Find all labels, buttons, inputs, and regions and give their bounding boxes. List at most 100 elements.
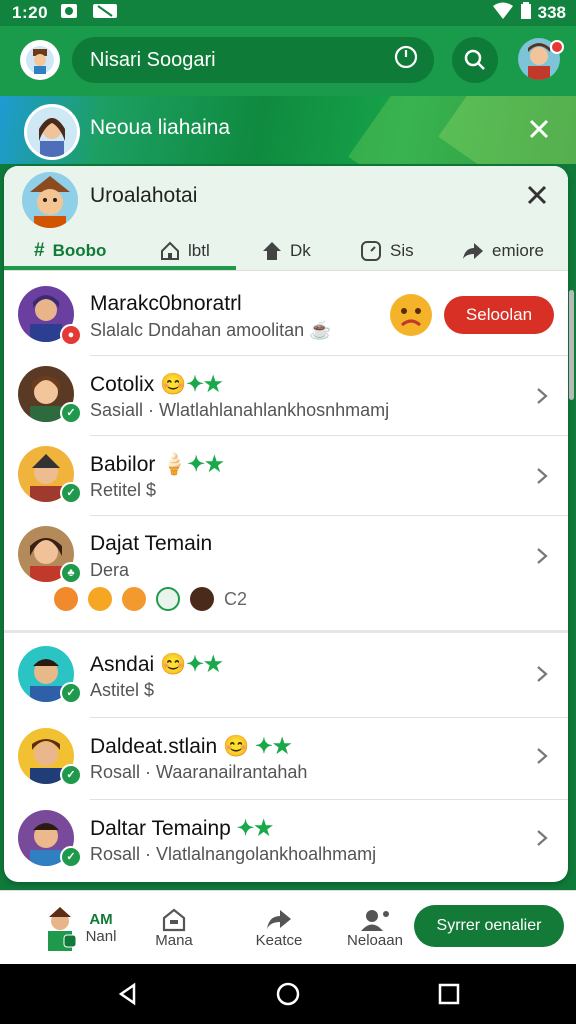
hash-icon: #: [34, 240, 45, 261]
section-divider: [4, 630, 568, 633]
list-item[interactable]: ✓ Daltar Temainp ✦★ Rosall · Vlatlalnang…: [4, 800, 568, 882]
contact-name-text: Cotolix: [90, 373, 155, 396]
green-star-icon: ✦★: [236, 817, 274, 840]
reactions-row[interactable]: C2: [54, 586, 247, 612]
contact-subtitle: Astitel $: [90, 680, 155, 700]
share-arrow-icon: [463, 243, 483, 259]
list-item[interactable]: ♣ Dajat Temain Dera C2: [4, 516, 568, 630]
contact-name: Babilor 🍦✦★: [90, 452, 224, 477]
status-badge: ✓: [60, 482, 82, 504]
house-up-icon: [263, 242, 281, 260]
chevron-right-icon[interactable]: [534, 386, 550, 406]
torch-emoji-icon: 🍦: [161, 453, 188, 476]
search-button[interactable]: [452, 37, 498, 83]
laughing-emoji-icon: 😊: [160, 373, 187, 396]
tab-sis[interactable]: Sis: [360, 234, 414, 268]
list-item[interactable]: ✓ Cotolix 😊✦★ Sasiall · Wlatlahlanahlank…: [4, 356, 568, 436]
profile-notification-dot: [550, 40, 564, 54]
search-icon: [464, 49, 485, 70]
search-bar[interactable]: Nisari Soogari: [72, 37, 434, 83]
status-time: 1:20: [12, 3, 49, 22]
notification-icon: [60, 3, 78, 24]
tabs-divider: [4, 270, 568, 271]
contact-name-text: Babilor: [90, 453, 156, 476]
tab-label: lbtl: [188, 241, 210, 260]
tab-boobo[interactable]: # Boobo: [34, 234, 106, 268]
nav-label: Neloaan: [347, 931, 403, 949]
reaction-gift-icon: [156, 587, 180, 611]
contact-name: Daldeat.stlain 😊 ✦★: [90, 734, 292, 759]
contact-subtitle: Retitel $: [90, 480, 157, 500]
contact-name-text: Daldeat.stlain: [90, 735, 218, 758]
tab-label: emiore: [492, 241, 544, 260]
contact-subtitle-text: Slalalc Dndahan amoolitan: [90, 320, 305, 340]
status-badge: ✓: [60, 682, 82, 704]
app-logo[interactable]: [20, 40, 60, 80]
battery-icon: [520, 1, 532, 25]
green-star-icon: ✦★: [186, 653, 223, 676]
contact-name: Daltar Temainp ✦★: [90, 816, 273, 841]
tab-label: Sis: [390, 241, 414, 260]
primary-cta-button[interactable]: Syrrer oenalier: [414, 905, 564, 947]
timer-icon[interactable]: [394, 45, 418, 75]
system-navigation-bar: [0, 964, 576, 1024]
nav-item-neloaan[interactable]: Neloaan: [340, 891, 410, 965]
nav-item-keatce[interactable]: Keatce: [244, 891, 314, 965]
contact-name: Dajat Temain: [90, 532, 213, 555]
nav-label-top: AM: [89, 911, 113, 928]
chevron-right-icon[interactable]: [534, 664, 550, 684]
status-badge: ♣: [60, 562, 82, 584]
status-badge: ✓: [60, 402, 82, 424]
tab-lbtl[interactable]: lbtl: [160, 234, 210, 268]
reaction-face-icon: [122, 587, 146, 611]
contact-name: Cotolix 😊✦★: [90, 372, 223, 397]
nav-avatar-icon: [47, 907, 77, 951]
list-item[interactable]: ✓ Babilor 🍦✦★ Retitel $: [4, 436, 568, 516]
contact-subtitle: Slalalc Dndahan amoolitan ☕: [90, 320, 332, 341]
back-icon[interactable]: [116, 982, 140, 1006]
scrollbar[interactable]: [569, 290, 574, 400]
nav-label: Keatce: [255, 931, 303, 949]
sheet-title: Uroalahotai: [90, 184, 198, 207]
nav-label: Nanl: [85, 928, 117, 945]
chevron-right-icon[interactable]: [534, 466, 550, 486]
clock-icon: [361, 241, 381, 261]
sheet-close-button[interactable]: [522, 180, 552, 210]
status-badge: ●: [60, 324, 82, 346]
tab-label: Dk: [290, 241, 311, 260]
chevron-right-icon[interactable]: [534, 746, 550, 766]
tab-dk[interactable]: Dk: [262, 234, 311, 268]
contact-subtitle: Rosall · Vlatlalnangolankhoalhmamj: [90, 844, 377, 864]
sheet-avatar: [22, 172, 78, 228]
smile-emoji-icon: 😊: [223, 735, 250, 758]
home-icon: [161, 241, 179, 260]
battery-level: 338: [537, 3, 566, 22]
contact-name-text: Asndai: [90, 653, 155, 676]
reactions-more: C2: [224, 588, 248, 609]
action-button[interactable]: Seloolan: [444, 296, 554, 334]
wifi-icon: [492, 2, 514, 25]
smile-emoji-icon: 😊: [160, 653, 187, 676]
contact-name: Asndai 😊✦★: [90, 652, 223, 677]
recents-icon[interactable]: [438, 983, 460, 1005]
status-badge: ✓: [60, 764, 82, 786]
promo-banner[interactable]: [0, 96, 576, 164]
nav-item-mana[interactable]: Mana: [144, 891, 204, 965]
nav-item-home[interactable]: AM Nanl: [28, 891, 128, 965]
sad-face-icon[interactable]: [390, 294, 432, 336]
tab-emiore[interactable]: emiore: [462, 234, 544, 268]
list-item[interactable]: ● Marakc0bnoratrl Slalalc Dndahan amooli…: [4, 272, 568, 356]
banner-title: Neoua liahaina: [90, 116, 231, 139]
green-star-icon: ✦★: [187, 453, 224, 476]
app-logo-icon: [26, 46, 54, 74]
banner-close-button[interactable]: [524, 114, 554, 144]
chevron-right-icon[interactable]: [534, 546, 550, 566]
home-circle-icon[interactable]: [275, 981, 301, 1007]
contact-subtitle: Dera: [90, 560, 130, 580]
chevron-right-icon[interactable]: [534, 828, 550, 848]
contacts-sheet: Uroalahotai # Boobo lbtl Dk Sis emiore ●…: [4, 166, 568, 882]
list-item[interactable]: ✓ Asndai 😊✦★ Astitel $: [4, 636, 568, 718]
contact-name-text: Daltar Temainp: [90, 817, 231, 840]
list-item[interactable]: ✓ Daldeat.stlain 😊 ✦★ Rosall · Waaranail…: [4, 718, 568, 800]
close-icon: [527, 185, 547, 205]
